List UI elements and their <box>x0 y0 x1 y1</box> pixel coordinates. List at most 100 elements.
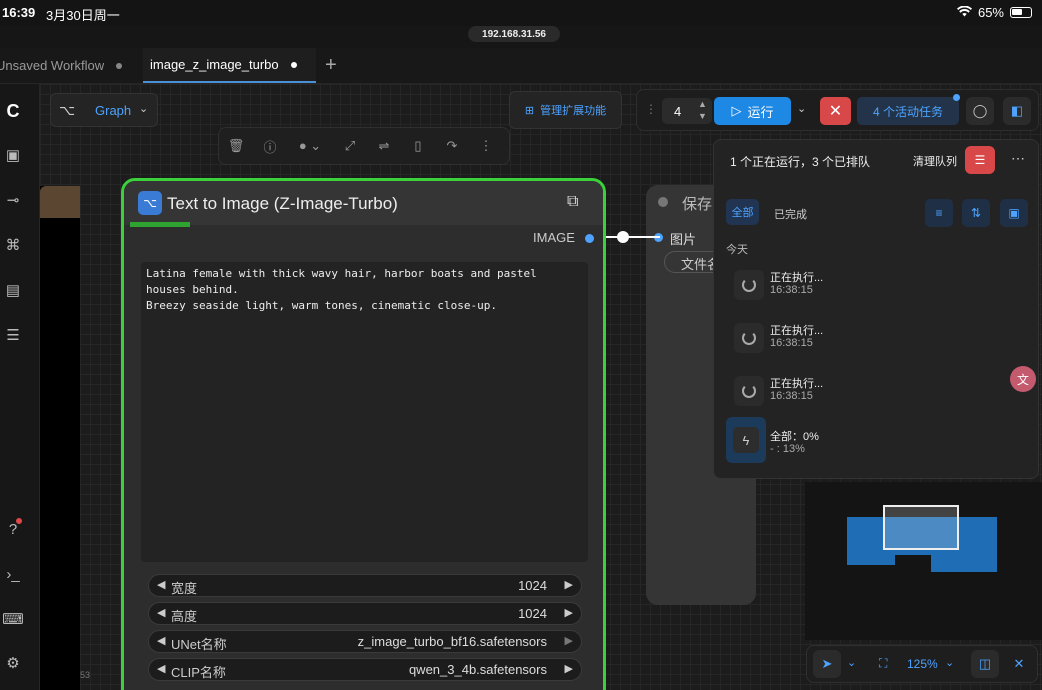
more-options-icon[interactable]: ⋯ <box>1011 150 1025 167</box>
info-icon[interactable]: ⓘ <box>253 137 287 156</box>
url-bar[interactable]: 192.168.31.56 <box>468 26 560 42</box>
loading-spinner-icon <box>734 323 764 353</box>
node-header[interactable]: ⌥ Text to Image (Z-Image-Turbo) ⧉ <box>124 181 603 225</box>
image-library-icon[interactable]: ▣ <box>4 146 22 164</box>
total-progress-item[interactable]: ϟ <box>726 417 766 463</box>
node-title: Text to Image (Z-Image-Turbo) <box>167 194 398 213</box>
queue-item[interactable]: 正在执行... 16:38:15 <box>730 262 1030 308</box>
book-icon[interactable]: ▯ <box>401 138 435 154</box>
today-header: 今天 <box>726 244 748 256</box>
clip-name-widget[interactable]: ◀ CLIP名称 qwen_3_4b.safetensors ▶ <box>148 658 582 681</box>
status-time: 16:39 <box>2 5 36 20</box>
loading-spinner-icon <box>734 376 764 406</box>
clear-queue-label: 清理队列 <box>913 156 957 168</box>
tab-completed[interactable]: 已完成 <box>774 206 807 222</box>
height-widget[interactable]: ◀ 高度 1024 ▶ <box>148 602 582 625</box>
bypass-icon[interactable]: ⇌ <box>367 138 401 154</box>
clear-list-icon: ☰ <box>974 153 986 167</box>
run-button[interactable]: ▷ 运行 <box>714 97 791 125</box>
select-mode-icon[interactable]: ➤ <box>813 650 841 678</box>
keyboard-shortcuts-icon[interactable]: ⌨ <box>2 610 24 628</box>
fit-view-icon[interactable]: ⛶ <box>879 656 887 671</box>
comfy-logo-icon[interactable]: C <box>4 101 22 121</box>
delete-icon[interactable]: 🗑 <box>219 138 253 154</box>
zoom-level[interactable]: 125% <box>907 657 938 671</box>
increment-arrow-icon[interactable]: ▶ <box>565 662 573 675</box>
tab-unsaved-workflow[interactable]: Unsaved Workflow <box>0 48 134 83</box>
tab-all[interactable]: 全部 <box>726 199 759 225</box>
chevron-down-icon[interactable]: ⌄ <box>847 656 856 669</box>
clear-queue-button[interactable]: ☰ <box>965 146 995 174</box>
widget-value: 1024 <box>518 578 547 593</box>
increment-icon[interactable]: ▲ <box>698 99 707 109</box>
add-tab-icon[interactable]: + <box>325 54 337 77</box>
canvas-coordinate-label: 53 <box>80 670 91 680</box>
battery-percent: 65% <box>977 5 1004 20</box>
increment-arrow-icon[interactable]: ▶ <box>565 634 573 647</box>
tab-label: Unsaved Workflow <box>0 58 105 73</box>
manage-extensions-button[interactable]: ⊞ 管理扩展功能 <box>509 91 622 129</box>
queue-item-time: 16:38:15 <box>770 337 813 349</box>
prompt-textarea[interactable]: Latina female with thick wavy hair, harb… <box>141 262 588 562</box>
active-tasks-button[interactable]: 4 个活动任务 <box>857 97 959 125</box>
image-output-slot[interactable] <box>585 234 594 243</box>
queue-sidebar-icon[interactable]: ☰ <box>4 326 22 344</box>
run-options-chevron-icon[interactable]: ⌄ <box>797 102 806 115</box>
chevron-down-icon[interactable]: ⌄ <box>945 656 954 669</box>
queue-item-status: 正在执行... <box>770 272 824 284</box>
active-tasks-label: 4 个活动任务 <box>872 104 943 119</box>
settings-gear-icon[interactable]: ⚙ <box>4 654 22 672</box>
translate-icon[interactable]: 文 <box>1010 366 1036 392</box>
unsaved-dot-icon <box>290 61 297 68</box>
link-visibility-icon[interactable]: ✕ <box>1005 650 1033 678</box>
wifi-icon <box>956 5 972 20</box>
decrement-arrow-icon[interactable]: ◀ <box>157 662 165 675</box>
gallery-view-icon[interactable]: ▣ <box>1000 199 1028 227</box>
minimap[interactable] <box>805 482 1042 640</box>
minimap-viewport[interactable] <box>883 505 959 550</box>
decrement-arrow-icon[interactable]: ◀ <box>157 578 165 591</box>
fit-view-icon[interactable]: ⤢ <box>333 138 367 154</box>
link-midpoint[interactable] <box>617 231 629 243</box>
widget-value: qwen_3_4b.safetensors <box>408 662 547 677</box>
queue-count-value: 4 <box>674 104 682 119</box>
sort-icon[interactable]: ⇅ <box>962 199 990 227</box>
terminal-icon[interactable]: ›_ <box>4 565 22 583</box>
node-collapse-dot[interactable] <box>658 197 668 207</box>
decrement-arrow-icon[interactable]: ◀ <box>157 606 165 619</box>
graph-mode-selector[interactable]: ⌥ Graph ⌄ <box>50 93 158 127</box>
minimap-toggle-icon[interactable]: ◫ <box>971 650 999 678</box>
queue-item[interactable]: 正在执行... 16:38:15 <box>730 368 1030 414</box>
workflows-icon[interactable]: ⌘ <box>4 236 22 254</box>
queue-count-stepper[interactable]: 4 ▲ ▼ <box>662 98 712 124</box>
background-node <box>40 186 80 690</box>
tab-label: image_z_image_turbo <box>150 57 279 72</box>
width-widget[interactable]: ◀ 宽度 1024 ▶ <box>148 574 582 597</box>
decrement-icon[interactable]: ▼ <box>698 111 707 121</box>
open-subgraph-icon[interactable]: ⧉ <box>567 193 578 211</box>
color-picker-icon[interactable]: ● ⌄ <box>287 138 333 154</box>
text-to-image-node[interactable]: ⌥ Text to Image (Z-Image-Turbo) ⧉ IMAGE … <box>121 178 606 690</box>
decrement-arrow-icon[interactable]: ◀ <box>157 634 165 647</box>
queue-item-status: 正在执行... <box>770 378 824 390</box>
redo-icon[interactable]: ↷ <box>435 138 469 154</box>
increment-arrow-icon[interactable]: ▶ <box>565 578 573 591</box>
increment-arrow-icon[interactable]: ▶ <box>565 606 573 619</box>
current-progress-label: - : 13% <box>770 443 805 455</box>
help-notification-badge <box>16 518 22 524</box>
subgraph-icon: ⌥ <box>138 191 162 215</box>
filter-icon[interactable]: ≡ <box>925 199 953 227</box>
widget-name: 高度 <box>171 609 198 624</box>
widget-name: 宽度 <box>171 581 198 596</box>
status-bar: 16:39 3月30日周一 65% <box>0 0 1042 26</box>
more-options-icon[interactable]: ⋮ <box>469 138 503 154</box>
node-library-icon[interactable]: ⊸ <box>4 191 22 209</box>
tab-image-z-image-turbo[interactable]: image_z_image_turbo <box>143 48 316 83</box>
tab-all-label: 全部 <box>731 207 754 219</box>
stop-button[interactable]: ✕ <box>820 97 851 125</box>
unet-name-widget[interactable]: ◀ UNet名称 z_image_turbo_bf16.safetensors … <box>148 630 582 653</box>
user-avatar-icon[interactable]: ◯ <box>966 97 994 125</box>
toggle-panel-icon[interactable]: ◧ <box>1003 97 1031 125</box>
templates-icon[interactable]: ▤ <box>4 281 22 299</box>
queue-item[interactable]: 正在执行... 16:38:15 <box>730 315 1030 361</box>
